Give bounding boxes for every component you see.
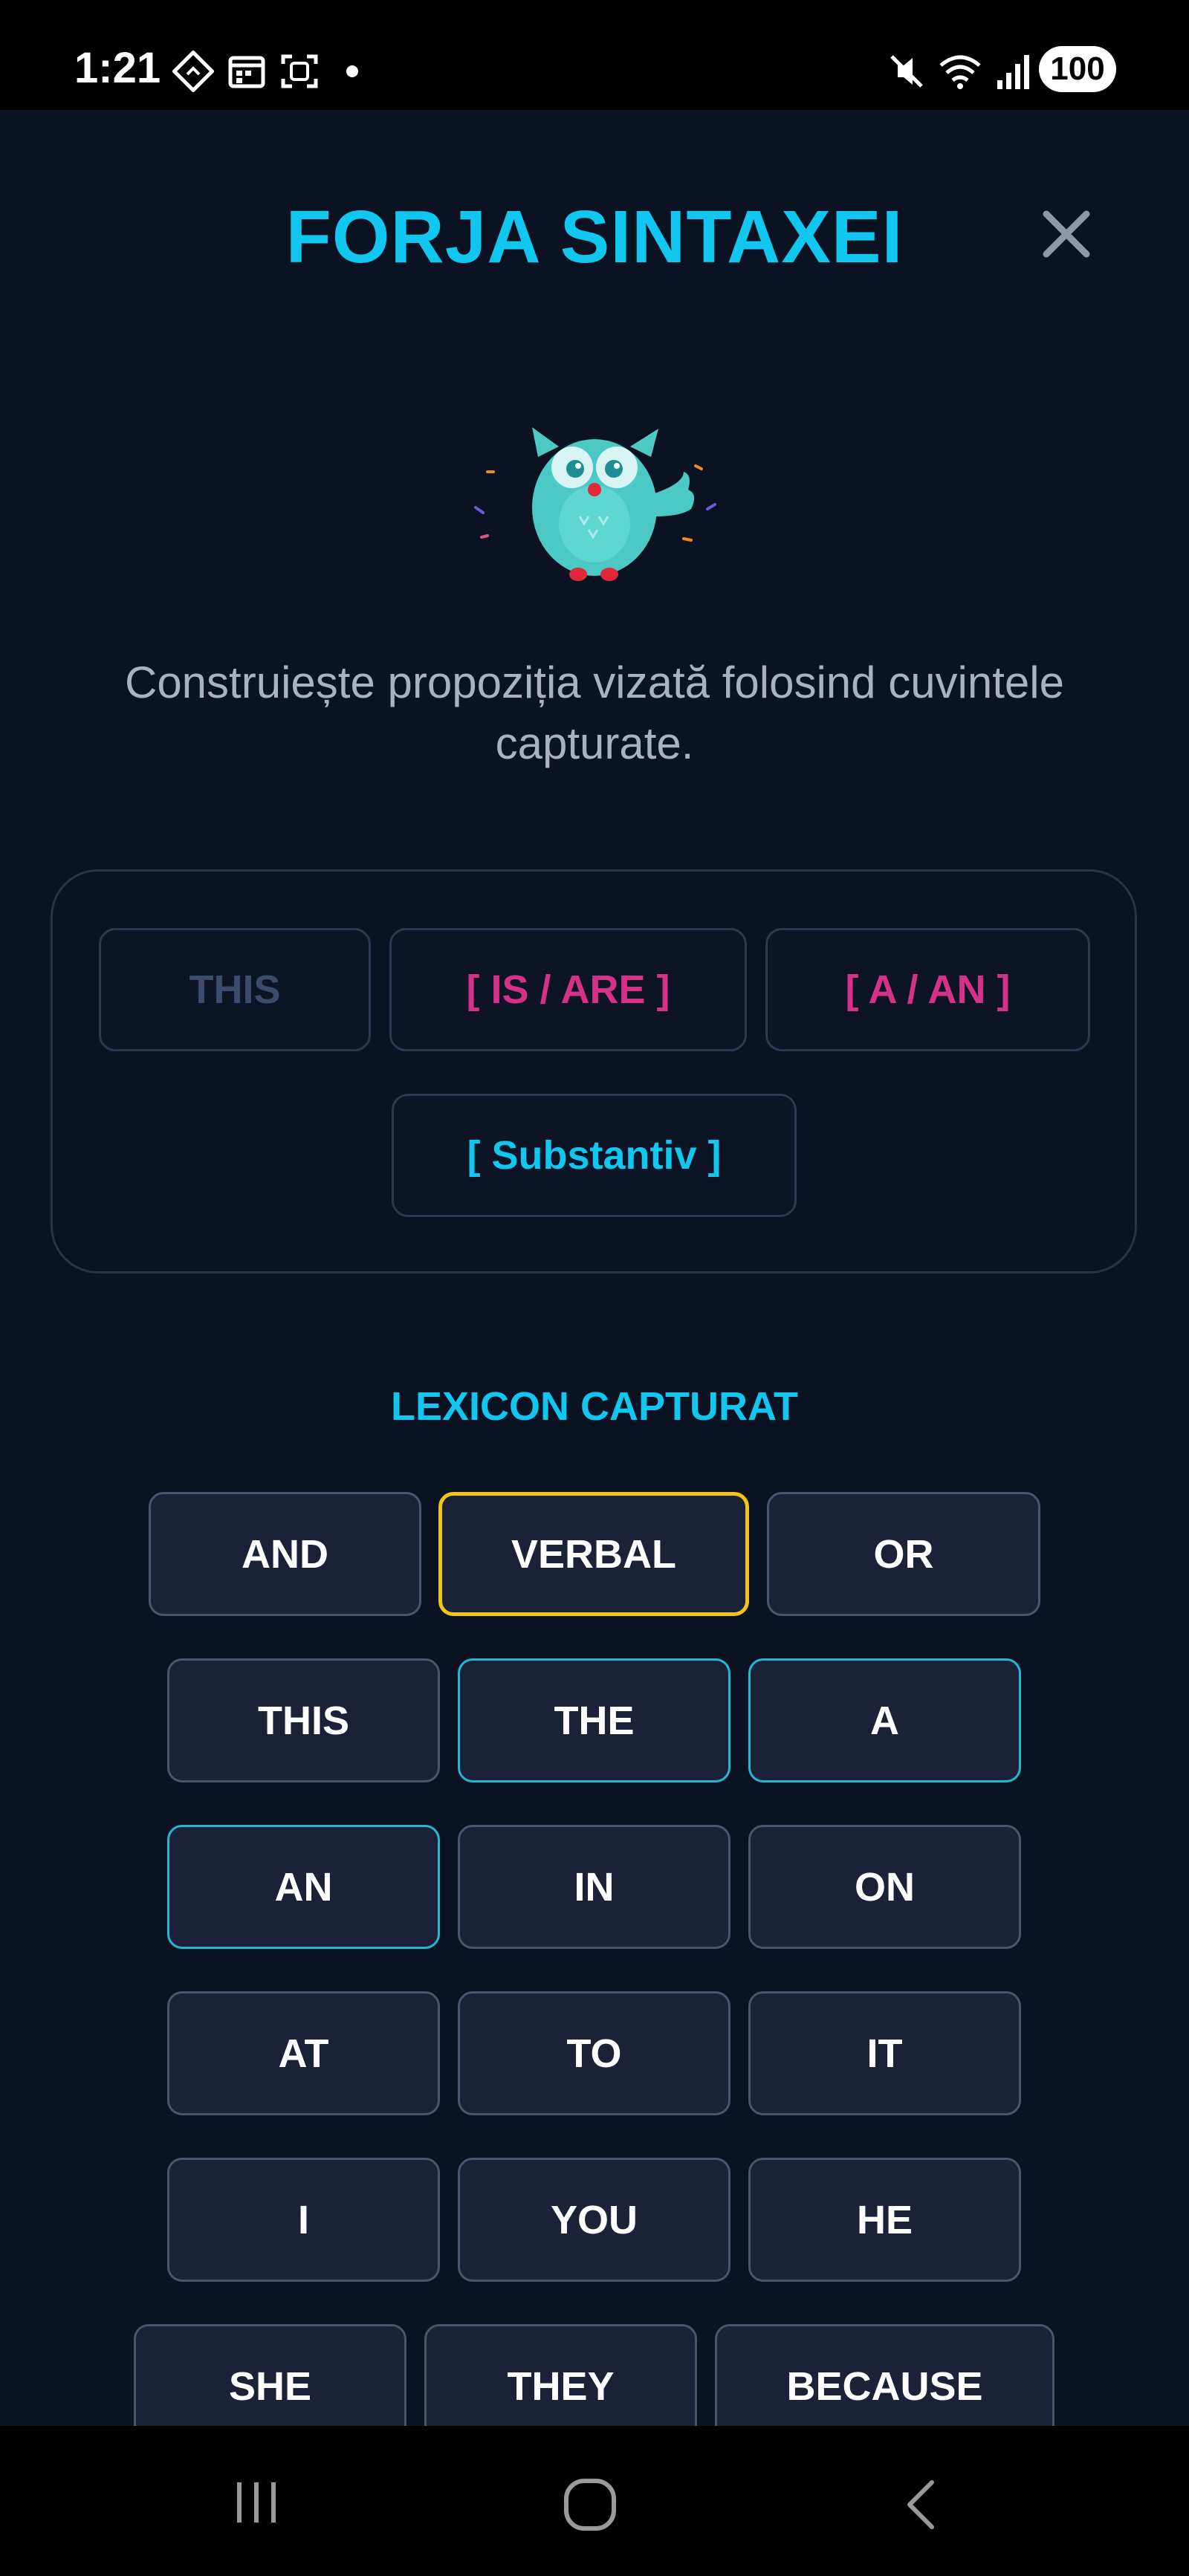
status-time: 1:21	[74, 44, 161, 92]
recent-apps-icon[interactable]	[230, 2476, 282, 2528]
navigation-bar	[0, 2426, 1189, 2576]
word-chip-selected[interactable]: VERBAL	[438, 1492, 749, 1616]
word-chip[interactable]: I	[167, 2158, 440, 2282]
slot-subject[interactable]: THIS	[99, 928, 371, 1051]
close-icon[interactable]	[1040, 208, 1092, 260]
word-chip[interactable]: AND	[149, 1492, 421, 1616]
word-chip[interactable]: TO	[458, 1991, 730, 2115]
word-chip[interactable]: OR	[767, 1492, 1040, 1616]
mute-icon	[890, 55, 923, 88]
slot-noun[interactable]: [ Substantiv ]	[392, 1094, 797, 1217]
calendar-icon	[228, 56, 265, 88]
word-chip-highlighted[interactable]: A	[748, 1658, 1021, 1782]
page-title: FORJA SINTAXEI	[285, 195, 904, 279]
status-bar: 1:21 100	[0, 0, 1189, 110]
back-icon[interactable]	[899, 2476, 944, 2533]
word-chip[interactable]: HE	[748, 2158, 1021, 2282]
lexicon-heading: LEXICON CAPTURAT	[391, 1384, 798, 1429]
screenshot-icon	[281, 54, 318, 88]
word-chip[interactable]: THIS	[167, 1658, 440, 1782]
word-chip[interactable]: ON	[748, 1825, 1021, 1949]
slot-article[interactable]: [ A / AN ]	[765, 928, 1090, 1051]
signal-icon	[997, 55, 1029, 89]
dot-icon	[346, 65, 358, 77]
home-icon[interactable]	[562, 2476, 618, 2533]
instruction-text: Construiește propoziția vizată folosind …	[124, 658, 1064, 768]
navigation-icon	[172, 51, 214, 92]
word-chip[interactable]: YOU	[458, 2158, 730, 2282]
word-chip[interactable]: AT	[167, 1991, 440, 2115]
word-chip[interactable]: IT	[748, 1991, 1021, 2115]
word-chip-highlighted[interactable]: THE	[458, 1658, 730, 1782]
battery-indicator: 100	[1039, 46, 1116, 92]
word-chip-highlighted[interactable]: AN	[167, 1825, 440, 1949]
word-chip[interactable]: IN	[458, 1825, 730, 1949]
close-button[interactable]	[1037, 204, 1096, 264]
wifi-icon	[939, 55, 981, 89]
owl-mascot-image	[474, 427, 716, 581]
slot-verb[interactable]: [ IS / ARE ]	[389, 928, 747, 1051]
